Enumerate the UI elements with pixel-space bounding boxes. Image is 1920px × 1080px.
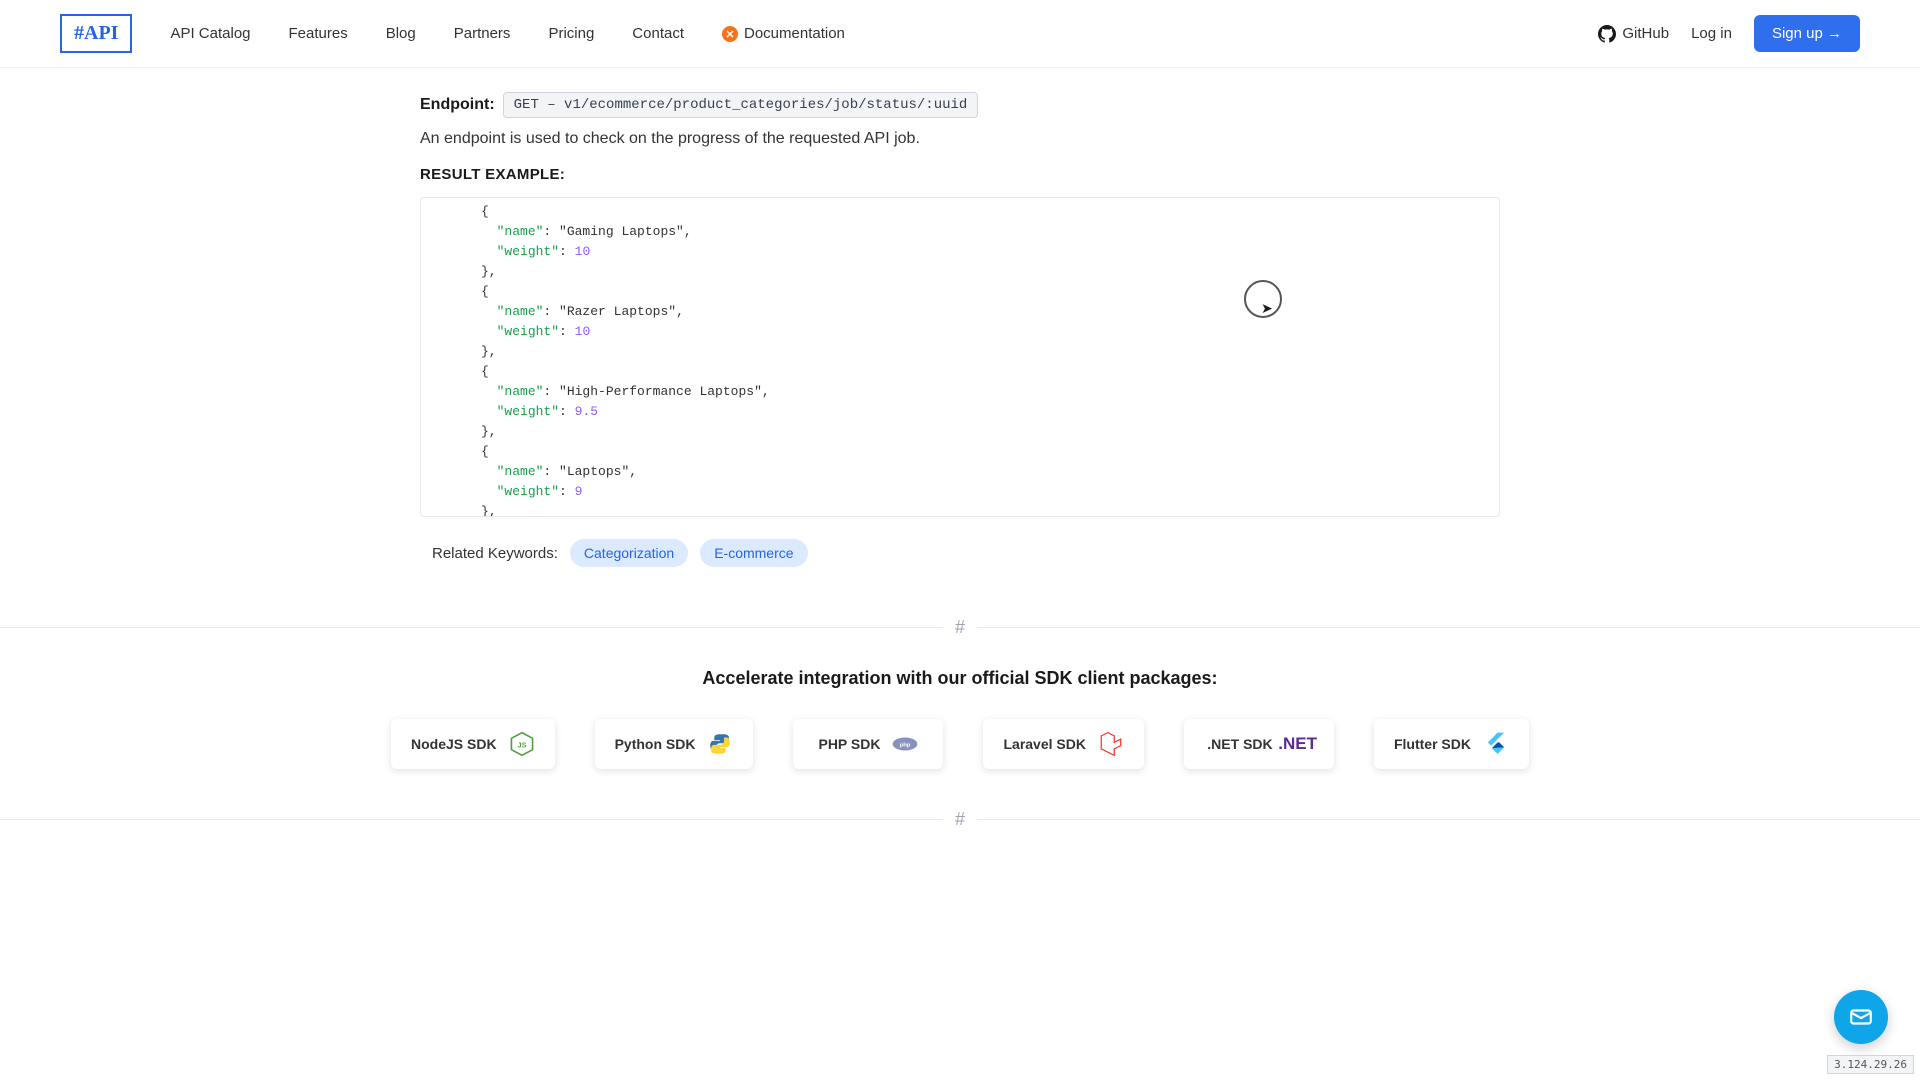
laravel-icon bbox=[1098, 731, 1124, 757]
nav-documentation[interactable]: Documentation bbox=[722, 25, 845, 42]
sdk-card-python[interactable]: Python SDK bbox=[595, 719, 754, 769]
nav-github-label: GitHub bbox=[1622, 25, 1669, 42]
sdk-row: NodeJS SDK JS Python SDK PHP SDK php Laravel … bbox=[0, 719, 1920, 769]
sdk-label: Python SDK bbox=[615, 736, 696, 752]
result-example-label: RESULT EXAMPLE: bbox=[420, 166, 1500, 183]
sdk-heading: Accelerate integration with our official… bbox=[0, 668, 1920, 689]
sdk-card-flutter[interactable]: Flutter SDK bbox=[1374, 719, 1529, 769]
sdk-card-laravel[interactable]: Laravel SDK bbox=[983, 719, 1143, 769]
main-header: #API API Catalog Features Blog Partners … bbox=[0, 0, 1920, 68]
nav-blog[interactable]: Blog bbox=[386, 25, 416, 42]
documentation-icon bbox=[722, 26, 738, 42]
tag-categorization[interactable]: Categorization bbox=[570, 539, 688, 567]
python-icon bbox=[707, 731, 733, 757]
svg-text:JS: JS bbox=[517, 740, 526, 749]
divider-line bbox=[977, 627, 1920, 628]
svg-text:php: php bbox=[900, 743, 911, 749]
related-keywords-label: Related Keywords: bbox=[432, 545, 558, 562]
tag-ecommerce[interactable]: E-commerce bbox=[700, 539, 807, 567]
nav-documentation-label: Documentation bbox=[744, 25, 845, 42]
sdk-label: .NET SDK bbox=[1207, 736, 1272, 752]
nav-contact[interactable]: Contact bbox=[632, 25, 684, 42]
sdk-label: Laravel SDK bbox=[1003, 736, 1085, 752]
nav-features[interactable]: Features bbox=[289, 25, 348, 42]
nav-api-catalog[interactable]: API Catalog bbox=[170, 25, 250, 42]
mail-icon bbox=[1848, 1004, 1874, 1030]
dotnet-icon: .NET bbox=[1285, 731, 1311, 757]
endpoint-code: GET – v1/ecommerce/product_categories/jo… bbox=[503, 92, 979, 118]
endpoint-line: Endpoint: GET – v1/ecommerce/product_cat… bbox=[420, 92, 1500, 118]
chat-bubble-button[interactable] bbox=[1834, 990, 1888, 1044]
endpoint-description: An endpoint is used to check on the prog… bbox=[420, 130, 1500, 148]
sdk-card-nodejs[interactable]: NodeJS SDK JS bbox=[391, 719, 555, 769]
section-divider: # bbox=[0, 809, 1920, 830]
nav-partners[interactable]: Partners bbox=[454, 25, 511, 42]
nodejs-icon: JS bbox=[509, 731, 535, 757]
sdk-label: PHP SDK bbox=[818, 736, 880, 752]
section-divider: # bbox=[0, 617, 1920, 638]
flutter-icon bbox=[1483, 731, 1509, 757]
related-keywords-row: Related Keywords: Categorization E-comme… bbox=[420, 517, 1500, 567]
sdk-card-php[interactable]: PHP SDK php bbox=[793, 719, 943, 769]
nav-left: API Catalog Features Blog Partners Prici… bbox=[170, 25, 1584, 42]
ip-badge: 3.124.29.26 bbox=[1827, 1055, 1914, 1074]
php-icon: php bbox=[892, 731, 918, 757]
logo[interactable]: #API bbox=[60, 14, 132, 53]
signup-button[interactable]: Sign up → bbox=[1754, 15, 1860, 52]
sdk-label: Flutter SDK bbox=[1394, 736, 1471, 752]
github-icon bbox=[1598, 25, 1616, 43]
divider-line bbox=[0, 819, 943, 820]
divider-hash-icon: # bbox=[943, 617, 977, 638]
sdk-card-dotnet[interactable]: .NET SDK .NET bbox=[1184, 719, 1334, 769]
code-block[interactable]: { "name": "Gaming Laptops", "weight": 10… bbox=[420, 197, 1500, 517]
nav-github[interactable]: GitHub bbox=[1598, 25, 1669, 43]
endpoint-label: Endpoint: bbox=[420, 96, 495, 114]
sdk-label: NodeJS SDK bbox=[411, 736, 497, 752]
nav-right: GitHub Log in Sign up → bbox=[1598, 15, 1860, 52]
nav-pricing[interactable]: Pricing bbox=[548, 25, 594, 42]
nav-login[interactable]: Log in bbox=[1691, 25, 1732, 42]
main-content: Endpoint: GET – v1/ecommerce/product_cat… bbox=[420, 68, 1500, 567]
divider-hash-icon: # bbox=[943, 809, 977, 830]
divider-line bbox=[0, 627, 943, 628]
divider-line bbox=[977, 819, 1920, 820]
